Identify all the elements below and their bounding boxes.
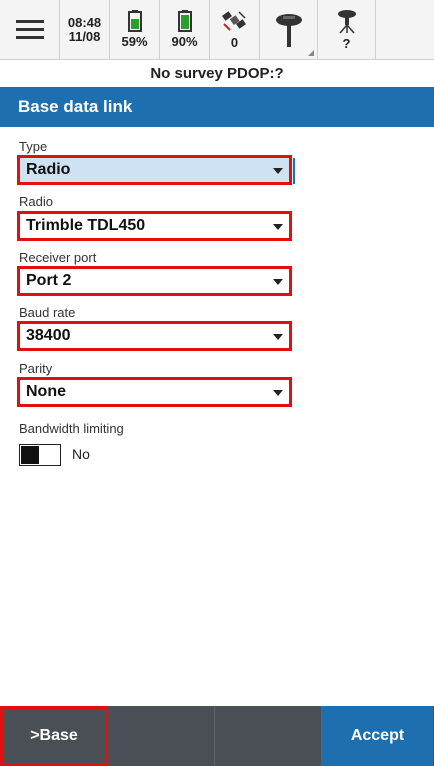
- receiver-port-label: Receiver port: [19, 250, 97, 265]
- satellite-icon: [221, 11, 246, 31]
- type-label: Type: [19, 139, 48, 154]
- bandwidth-value: No: [72, 446, 90, 462]
- parity-value: None: [26, 383, 66, 400]
- chevron-down-icon: [273, 224, 283, 230]
- chevron-down-icon: [273, 334, 283, 340]
- base-antenna-icon: [337, 10, 356, 34]
- bandwidth-label: Bandwidth limiting: [19, 421, 124, 436]
- satellite-count: 0: [230, 35, 239, 50]
- type-select[interactable]: Radio: [17, 155, 292, 185]
- bottom-toolbar: >Base Accept: [0, 706, 434, 766]
- chevron-down-icon: [273, 168, 283, 174]
- radio-label: Radio: [19, 194, 53, 209]
- battery-1[interactable]: 59%: [110, 0, 160, 59]
- menu-button[interactable]: [0, 0, 60, 59]
- type-value: Radio: [26, 161, 71, 178]
- date-text: 11/08: [68, 28, 101, 44]
- radio-select[interactable]: Trimble TDL450: [17, 211, 292, 241]
- battery-icon: [127, 10, 142, 32]
- baud-rate-value: 38400: [26, 327, 71, 344]
- accept-button[interactable]: Accept: [322, 706, 433, 766]
- receiver-port-select[interactable]: Port 2: [17, 266, 292, 296]
- toggle-knob: [21, 446, 39, 464]
- time-text: 08:48: [67, 14, 102, 30]
- page-title: Base data link: [0, 87, 434, 127]
- parity-select[interactable]: None: [17, 377, 292, 407]
- receiver-port-value: Port 2: [26, 272, 72, 289]
- clock: 08:48 11/08: [60, 0, 110, 59]
- battery-2[interactable]: 90%: [160, 0, 210, 59]
- base-status-text: ?: [342, 36, 351, 51]
- battery-icon: [177, 10, 192, 32]
- hamburger-icon: [15, 15, 44, 44]
- corner-indicator: [308, 50, 314, 56]
- parity-label: Parity: [19, 361, 53, 376]
- empty-softkey-2[interactable]: [215, 706, 322, 766]
- select-focus-edge: [293, 158, 295, 184]
- radio-value: Trimble TDL450: [26, 217, 146, 234]
- rover-receiver[interactable]: [260, 0, 318, 59]
- survey-status: No survey PDOP:?: [0, 60, 434, 88]
- chevron-down-icon: [273, 390, 283, 396]
- bandwidth-toggle[interactable]: [19, 444, 61, 466]
- status-bar: 08:48 11/08 59% 90% 0 ?: [0, 0, 434, 60]
- empty-softkey-1[interactable]: [108, 706, 215, 766]
- baud-rate-select[interactable]: 38400: [17, 321, 292, 351]
- base-receiver[interactable]: ?: [318, 0, 376, 59]
- gnss-receiver-icon: [275, 13, 302, 47]
- base-button[interactable]: >Base: [0, 706, 108, 766]
- chevron-down-icon: [273, 279, 283, 285]
- battery-2-level: 90%: [171, 34, 198, 49]
- battery-1-level: 59%: [121, 34, 148, 49]
- satellites-status[interactable]: 0: [210, 0, 260, 59]
- baud-rate-label: Baud rate: [19, 305, 76, 320]
